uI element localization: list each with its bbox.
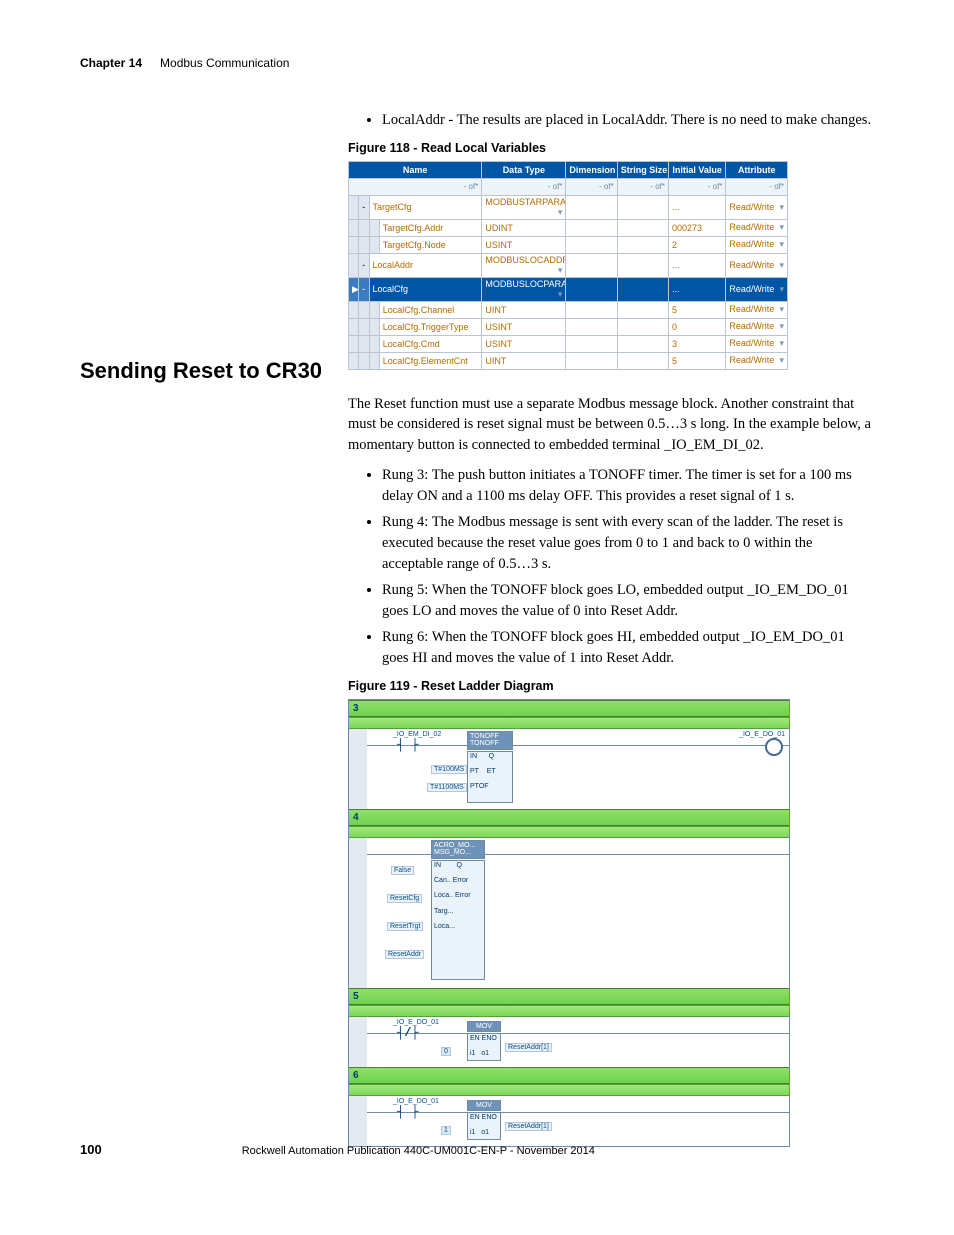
section-intro: The Reset function must use a separate M… [348,394,874,456]
table-row[interactable]: TargetCfg.AddrUDINT000273Read/Write ▾ [349,219,788,236]
rung-5-body: _IO_E_DO_01 ┤/├ MOV EN ENOi1 o1 0 ResetA… [349,1017,789,1067]
no-contact-icon: ┤ ├ [397,738,419,752]
list-item: Rung 4: The Modbus message is sent with … [382,512,874,574]
table-row[interactable]: TargetCfg.NodeUSINT2Read/Write ▾ [349,236,788,253]
col-attribute: Attribute [726,161,788,178]
rung-6-header: 6 [349,1067,789,1084]
table-header-row: Name Data Type Dimension String Size Ini… [349,161,788,178]
table-row[interactable]: ▶-LocalCfgMODBUSLOCPARA ▾...Read/Write ▾ [349,277,788,301]
col-stringsize: String Size [617,161,668,178]
table-row[interactable]: LocalCfg.CmdUSINT3Read/Write ▾ [349,335,788,352]
list-item: Rung 3: The push button initiates a TONO… [382,465,874,506]
mov5-dest: ResetAddr[1] [505,1043,552,1052]
rung3-coil-tag: _IO_E_DO_01 [739,731,785,738]
mov-block-6: MOV [467,1100,501,1112]
col-dimension: Dimension [566,161,617,178]
nc-contact-icon: ┤/├ [397,1026,419,1040]
mov-block-5: MOV [467,1021,501,1033]
mov5-val: 0 [441,1047,451,1056]
mov6-dest: ResetAddr[1] [505,1122,552,1131]
section-bullets: Rung 3: The push button initiates a TONO… [348,465,874,668]
pt-tag: T#100MS [431,765,467,774]
rung-4-header: 4 [349,809,789,826]
rung-3-header: 3 [349,700,789,717]
rung-6-body: _IO_E_DO_01 ┤ ├ MOV EN ENOi1 o1 1 ResetA… [349,1096,789,1146]
tag-resetaddr: ResetAddr [385,950,424,959]
rung3-contact-tag: _IO_EM_DI_02 [393,731,441,738]
rung5-contact-tag: _IO_E_DO_01 [393,1019,439,1026]
running-header: Chapter 14 Modbus Communication [80,56,874,70]
table-row[interactable]: LocalCfg.TriggerTypeUSINT0Read/Write ▾ [349,318,788,335]
coil-icon [765,738,783,756]
page-number: 100 [80,1142,102,1157]
col-name: Name [349,161,482,178]
mov-block-6-body: EN ENOi1 o1 [467,1112,501,1140]
rung6-contact-tag: _IO_E_DO_01 [393,1098,439,1105]
ptof-tag: T#1100MS [427,783,467,792]
mov6-val: 1 [441,1126,451,1135]
list-item: Rung 5: When the TONOFF block goes LO, e… [382,580,874,621]
rung-4-body: ACRO_MO...MSG_MO... IN QCan.. ErrorLoca.… [349,838,789,988]
tonoff-block-body: IN QPT ETPTOF [467,751,513,803]
figure-119-caption: Figure 119 - Reset Ladder Diagram [348,679,874,693]
publication-line: Rockwell Automation Publication 440C-UM0… [242,1145,595,1157]
rung-3-body: _IO_EM_DI_02 ┤ ├ _IO_E_DO_01 TONOFFTONOF… [349,729,789,809]
mov-block-5-body: EN ENOi1 o1 [467,1033,501,1061]
msg-block-header: ACRO_MO...MSG_MO... [431,840,485,859]
figure-119-ladder: 3 _IO_EM_DI_02 ┤ ├ _IO_E_DO_01 TONOFFTON… [348,699,790,1147]
tag-false: False [391,866,414,875]
tag-resettrgt: ResetTrgt [387,922,423,931]
table-row[interactable]: -LocalAddrMODBUSLOCADDR ▾...Read/Write ▾ [349,253,788,277]
table-row[interactable]: LocalCfg.ElementCntUINT5Read/Write ▾ [349,352,788,369]
chapter-number: Chapter 14 [80,56,142,70]
rung-5-header: 5 [349,988,789,1005]
msg-block-body: IN QCan.. ErrorLoca.. ErrorTarg...Loca..… [431,860,485,980]
chapter-title: Modbus Communication [160,56,289,70]
table-row[interactable]: -TargetCfgMODBUSTARPARA ▾...Read/Write ▾ [349,195,788,219]
section-heading: Sending Reset to CR30 [80,358,322,384]
page-footer: 100 Rockwell Automation Publication 440C… [80,1142,874,1157]
no-contact-icon: ┤ ├ [397,1105,419,1119]
tag-resetcfg: ResetCfg [387,894,422,903]
col-initval: Initial Value [668,161,725,178]
lead-bullet-item: LocalAddr - The results are placed in Lo… [382,110,874,131]
col-datatype: Data Type [482,161,566,178]
lead-bullets: LocalAddr - The results are placed in Lo… [348,110,874,131]
figure-118-caption: Figure 118 - Read Local Variables [348,141,874,155]
list-item: Rung 6: When the TONOFF block goes HI, e… [382,627,874,668]
filter-row[interactable]: - of*- of*- of*- of*- of*- of* [349,178,788,195]
table-row[interactable]: LocalCfg.ChannelUINT5Read/Write ▾ [349,301,788,318]
figure-118-table: Name Data Type Dimension String Size Ini… [348,161,788,370]
tonoff-block: TONOFFTONOFF [467,731,513,750]
